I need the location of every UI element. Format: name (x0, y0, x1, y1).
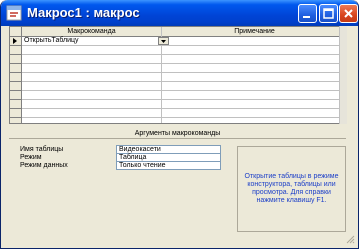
row-selector[interactable] (10, 118, 22, 123)
row-selector[interactable] (10, 46, 22, 55)
action-cell[interactable]: ОткрытьТаблицу (24, 37, 79, 45)
grid-row[interactable] (22, 73, 345, 82)
row-selector[interactable] (10, 82, 22, 91)
maximize-button[interactable] (319, 4, 338, 23)
label-mode: Режим (20, 154, 42, 161)
title-bar[interactable]: Макрос1 : макрос (1, 0, 358, 26)
column-header-action: Макрокоманда (22, 27, 162, 37)
row-selector[interactable] (10, 64, 22, 73)
grid-corner (10, 27, 22, 37)
macro-icon (6, 5, 22, 21)
arguments-divider (9, 138, 346, 139)
macro-grid[interactable]: Макрокоманда Примечание ОткрытьТаблицу (9, 26, 346, 124)
grid-row[interactable] (22, 55, 345, 64)
row-selector[interactable] (10, 55, 22, 64)
row-selector[interactable] (10, 91, 22, 100)
current-row-arrow-icon (13, 38, 17, 44)
arguments-title: Аргументы макрокоманды (134, 130, 221, 137)
window-title: Макрос1 : макрос (27, 5, 140, 20)
macro-window: Макрос1 : макрос Макрокоманда Примечание… (0, 0, 359, 249)
column-header-note: Примечание (162, 27, 345, 37)
data-mode-field[interactable]: Только чтение (116, 161, 221, 170)
vertical-scrollbar[interactable] (339, 26, 347, 124)
close-button[interactable] (339, 4, 358, 23)
row-selector[interactable] (10, 109, 22, 118)
action-dropdown-button[interactable] (158, 37, 169, 45)
grid-row[interactable] (22, 118, 345, 123)
grid-row[interactable] (22, 100, 345, 109)
label-table-name: Имя таблицы (20, 146, 64, 153)
grid-row[interactable] (22, 109, 345, 118)
row-selector[interactable] (10, 100, 22, 109)
resize-grip-icon[interactable] (345, 234, 355, 244)
chevron-down-icon (161, 40, 166, 43)
grid-row[interactable] (22, 46, 345, 55)
minimize-button[interactable] (298, 4, 317, 23)
minimize-icon (303, 16, 310, 18)
grid-row[interactable] (22, 64, 345, 73)
maximize-icon (323, 8, 334, 19)
close-icon (344, 9, 353, 18)
label-data-mode: Режим данных (20, 162, 68, 169)
grid-row[interactable] (22, 82, 345, 91)
help-text: Открытие таблицы в режиме конструктора, … (237, 146, 346, 232)
row-selector[interactable] (10, 73, 22, 82)
grid-row[interactable] (22, 91, 345, 100)
